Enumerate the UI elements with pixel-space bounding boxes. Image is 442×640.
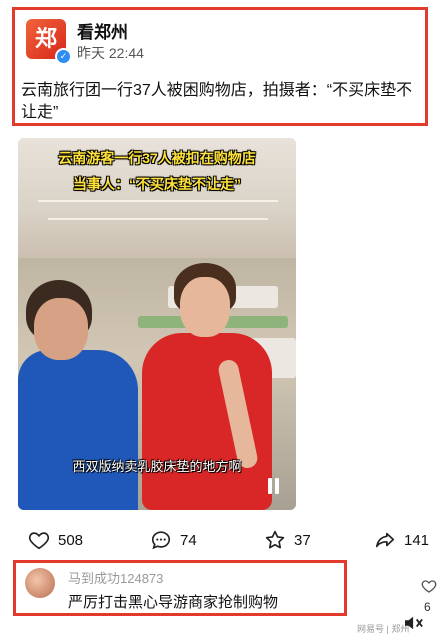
post-time: 昨天 22:44 xyxy=(77,45,144,61)
comment-like-icon[interactable] xyxy=(421,578,437,594)
person-body xyxy=(142,333,272,510)
commenter-username[interactable]: 马到成功124873 xyxy=(68,568,163,587)
video-caption-quote: 当事人：“不买床垫不让走” xyxy=(73,176,241,192)
video-caption-title: 云南游客一行37人被扣在购物店 xyxy=(58,150,256,166)
pause-icon[interactable] xyxy=(268,478,280,494)
video-background-light xyxy=(48,218,268,220)
top-comment-box[interactable]: 马到成功124873 严厉打击黑心导游商家抢制购物 xyxy=(13,560,347,616)
share-icon xyxy=(375,532,395,548)
like-count: 508 xyxy=(58,531,84,549)
person-left xyxy=(18,278,148,510)
video-player[interactable]: 云南游客一行37人被扣在购物店 当事人：“不买床垫不让走” 西双版纳卖乳胶床垫的… xyxy=(18,138,296,510)
person-face xyxy=(180,277,230,337)
commenter-avatar[interactable] xyxy=(25,568,55,598)
mute-icon[interactable] xyxy=(403,614,425,632)
favorite-button[interactable]: 37 xyxy=(264,522,311,558)
action-bar: 508 74 37 141 xyxy=(0,522,442,558)
share-button[interactable]: 141 xyxy=(374,522,429,558)
video-background-light xyxy=(38,200,278,202)
comment-button[interactable]: 74 xyxy=(150,522,197,558)
like-button[interactable]: 508 xyxy=(28,522,83,558)
share-count: 141 xyxy=(404,531,430,549)
comment-count: 74 xyxy=(180,531,197,549)
comment-icon xyxy=(151,531,171,550)
watermark: 网易号 | 郑州 xyxy=(357,624,410,634)
comment-like-count: 6 xyxy=(424,600,431,614)
person-body xyxy=(18,350,138,510)
verified-icon: ✓ xyxy=(55,48,72,65)
post-text: 云南旅行团一行37人被困购物店，拍摄者：“不买床垫不让走” xyxy=(21,82,413,121)
heart-icon xyxy=(28,532,50,550)
favorite-count: 37 xyxy=(294,531,311,549)
author-name[interactable]: 看郑州 xyxy=(77,18,128,43)
star-icon xyxy=(265,530,285,549)
comment-text: 严厉打击黑心导游商家抢制购物 xyxy=(68,594,279,611)
person-face xyxy=(34,298,88,360)
video-subtitle: 西双版纳卖乳胶床垫的地方啊 xyxy=(72,459,242,474)
post-header-box: 郑 ✓ 看郑州 昨天 22:44 云南旅行团一行37人被困购物店，拍摄者：“不买… xyxy=(12,7,428,126)
